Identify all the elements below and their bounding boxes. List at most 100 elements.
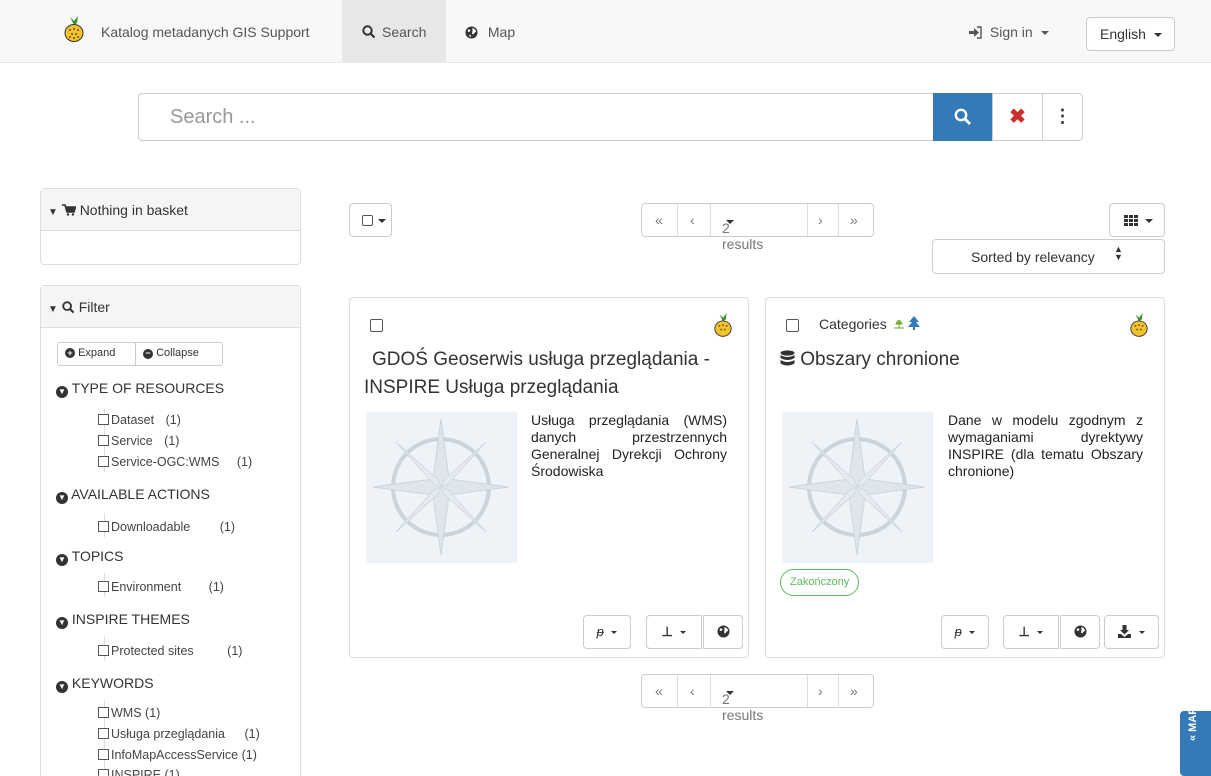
search-input[interactable]: Search ... — [138, 93, 934, 141]
pagination-bottom: « ‹ 2 results › » — [641, 674, 874, 723]
select-all-dropdown[interactable] — [349, 203, 392, 237]
search-icon — [62, 301, 75, 314]
facet-item-inspire[interactable]: INSPIRE (1) — [98, 768, 180, 776]
clear-search-button[interactable]: ✖ — [992, 93, 1043, 141]
pin-dropdown-button[interactable]: ⊥ — [1003, 615, 1059, 649]
sort-dropdown[interactable]: Sorted by relevancy ▲ ▼ — [932, 239, 1165, 274]
first-page-button[interactable]: « — [655, 212, 663, 228]
links-dropdown-button[interactable]: ᵽ — [583, 615, 631, 649]
result-card: GDOŚ Geoserwis usługa przeglądania - INS… — [349, 297, 749, 658]
divider — [677, 204, 678, 236]
prev-page-button[interactable]: ‹ — [690, 683, 695, 699]
record-title[interactable]: Obszary chronione — [780, 346, 1160, 374]
open-map-panel-button[interactable]: « MAP — [1180, 707, 1211, 776]
checkbox[interactable] — [98, 414, 109, 425]
checkbox[interactable] — [98, 749, 109, 760]
language-select[interactable]: English — [1086, 17, 1175, 51]
record-title[interactable]: GDOŚ Geoserwis usługa przeglądania - INS… — [364, 346, 749, 402]
facet-item-service-ogc-wms[interactable]: Service-OGC:WMS (1) — [98, 455, 252, 469]
pin-dropdown-button[interactable]: ⊥ — [646, 615, 702, 649]
next-page-button[interactable]: › — [818, 683, 823, 699]
layout-view-dropdown[interactable] — [1109, 203, 1165, 237]
compass-rose-icon — [788, 418, 926, 556]
sort-icon: ▲ ▼ — [1114, 244, 1123, 262]
environment-category-icon[interactable] — [892, 316, 906, 330]
chevron-down-icon — [1145, 219, 1153, 223]
facet-item-environment[interactable]: Environment (1) — [98, 580, 224, 594]
tab-map[interactable]: Map — [465, 24, 515, 40]
results-count-label: 2 results — [722, 691, 764, 723]
top-navbar: Katalog metadanych GIS Support Search Ma… — [0, 0, 1211, 63]
add-to-map-button[interactable] — [703, 615, 743, 649]
results-count-label: 2 results — [722, 220, 764, 252]
chevron-down-icon — [611, 631, 618, 635]
globe-icon — [465, 26, 478, 39]
tab-map-label: Map — [487, 24, 516, 40]
facet-section-keywords[interactable]: ▼ KEYWORDS — [56, 675, 154, 693]
checkbox[interactable] — [98, 728, 109, 739]
facet-item-label: Usługa przeglądania — [111, 727, 225, 741]
search-icon — [362, 25, 376, 39]
more-options-button[interactable]: ⋮ — [1042, 93, 1083, 141]
download-dropdown-button[interactable] — [1104, 615, 1159, 649]
last-page-button[interactable]: » — [850, 683, 858, 699]
facet-item-count: (1) — [227, 644, 243, 658]
facet-item-infomapaccessservice[interactable]: InfoMapAccessService (1) — [98, 748, 257, 762]
pineapple-logo-icon — [714, 313, 732, 337]
tab-search[interactable]: Search — [342, 0, 446, 63]
facet-section-actions[interactable]: ▼ AVAILABLE ACTIONS — [56, 486, 210, 504]
facet-section-title: TOPICS — [71, 548, 124, 564]
record-title-text: Obszary chronione — [800, 349, 960, 370]
facet-item-count: (1) — [208, 580, 224, 594]
database-icon — [780, 350, 795, 366]
tree-icon[interactable] — [908, 316, 920, 330]
brand-title[interactable]: Katalog metadanych GIS Support — [101, 24, 310, 40]
pineapple-logo-icon[interactable] — [63, 16, 85, 42]
facet-item-label: INSPIRE — [111, 768, 162, 776]
tab-search-label: Search — [382, 24, 427, 40]
facet-section-type[interactable]: ▼ TYPE OF RESOURCES — [56, 380, 224, 398]
chevron-down-icon — [1138, 631, 1145, 635]
record-thumbnail[interactable] — [366, 412, 517, 563]
search-button[interactable] — [933, 93, 992, 141]
sign-in-label: Sign in — [989, 24, 1033, 40]
checkbox[interactable] — [98, 581, 109, 592]
grid-view-icon — [1124, 215, 1138, 226]
add-to-map-button[interactable] — [1060, 615, 1100, 649]
select-checkbox[interactable] — [786, 319, 799, 332]
facet-section-topics[interactable]: ▼ TOPICS — [56, 548, 124, 566]
facet-item-dataset[interactable]: Dataset (1) — [98, 413, 181, 427]
expand-all-button[interactable]: + Expand — [57, 342, 136, 366]
record-thumbnail[interactable] — [782, 412, 933, 563]
last-page-button[interactable]: » — [850, 212, 858, 228]
divider — [710, 204, 711, 236]
chevron-circle-down-icon: ▼ — [56, 681, 68, 693]
next-page-button[interactable]: › — [818, 212, 823, 228]
basket-header[interactable]: ▼ Nothing in basket — [41, 189, 300, 231]
checkbox[interactable] — [98, 435, 109, 446]
divider — [807, 204, 808, 236]
pin-icon: ⊥ — [1018, 624, 1030, 639]
prev-page-button[interactable]: ‹ — [690, 212, 695, 228]
facet-section-inspire-themes[interactable]: ▼ INSPIRE THEMES — [56, 611, 190, 629]
facet-item-usluga-przegladania[interactable]: Usługa przeglądania (1) — [98, 727, 260, 741]
collapse-all-button[interactable]: − Collapse — [135, 342, 223, 366]
facet-item-downloadable[interactable]: Downloadable (1) — [98, 520, 235, 534]
checkbox[interactable] — [98, 707, 109, 718]
checkbox[interactable] — [98, 769, 109, 776]
facet-item-protected-sites[interactable]: Protected sites (1) — [98, 644, 242, 658]
facet-item-count: (1) — [164, 434, 180, 448]
select-checkbox[interactable] — [370, 319, 383, 332]
sign-in-menu[interactable]: Sign in — [968, 24, 1049, 40]
facet-item-count: (1) — [244, 727, 260, 741]
facet-item-wms[interactable]: WMS (1) — [98, 706, 160, 720]
checkbox[interactable] — [98, 456, 109, 467]
checkbox[interactable] — [98, 521, 109, 532]
checkbox[interactable] — [98, 645, 109, 656]
divider — [807, 675, 808, 707]
facet-item-service[interactable]: Service (1) — [98, 434, 179, 448]
filter-header[interactable]: ▼ Filter — [41, 286, 300, 328]
links-dropdown-button[interactable]: ᵽ — [941, 615, 989, 649]
first-page-button[interactable]: « — [655, 683, 663, 699]
sign-in-icon — [969, 26, 982, 39]
